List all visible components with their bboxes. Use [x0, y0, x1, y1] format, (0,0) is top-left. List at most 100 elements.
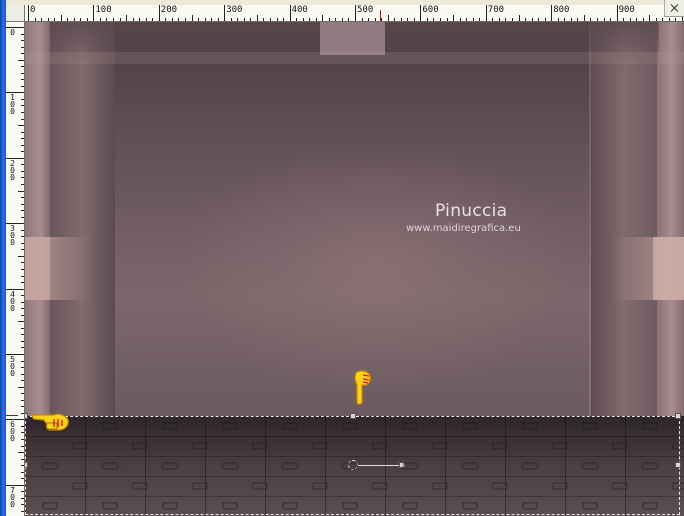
- ruler-tick: [178, 18, 180, 21]
- ruler-tick: [21, 380, 24, 382]
- ruler-tick: [374, 18, 376, 21]
- ruler-tick: [21, 340, 24, 342]
- close-icon[interactable]: [664, 0, 684, 17]
- ceiling-light-block: [320, 22, 385, 55]
- ruler-tick: [21, 197, 24, 199]
- ruler-tick: [263, 18, 265, 21]
- ruler-tick: [21, 347, 24, 349]
- ruler-tick: [237, 18, 239, 21]
- ruler-tick: [21, 432, 24, 434]
- floor-brick: [582, 422, 598, 430]
- ruler-tick: [551, 5, 553, 21]
- ruler-tick: [21, 445, 24, 447]
- ruler-tick: [387, 15, 389, 21]
- ruler-tick: [276, 18, 278, 21]
- ruler-tick: [165, 18, 167, 21]
- ruler-tick: [289, 5, 291, 21]
- floor-brick: [372, 442, 388, 450]
- ruler-tick: [407, 18, 409, 21]
- ruler-tick: [139, 18, 141, 21]
- image-canvas[interactable]: Pinuccia www.maidiregrafica.eu: [25, 22, 684, 516]
- ruler-tick: [440, 18, 442, 21]
- ruler-tick: [256, 15, 258, 21]
- ruler-tick: [21, 53, 24, 55]
- floor-brick: [342, 422, 358, 430]
- floor-brick: [312, 482, 328, 490]
- ruler-tick: [283, 18, 285, 21]
- ruler-tick: [662, 18, 664, 21]
- ruler-tick: [18, 452, 24, 454]
- floor-brick: [72, 482, 88, 490]
- ruler-label-x: 500: [357, 5, 374, 15]
- ruler-tick: [18, 255, 24, 257]
- ruler-tick: [21, 118, 24, 120]
- ruler-label-x: 400: [291, 5, 308, 15]
- ruler-tick: [21, 465, 24, 467]
- ruler-tick: [28, 5, 29, 21]
- ruler-tick: [518, 15, 520, 21]
- ruler-tick: [335, 18, 337, 21]
- ruler-tick: [21, 66, 24, 68]
- ruler-tick: [21, 334, 24, 336]
- ruler-label-x: 200: [160, 5, 178, 15]
- ruler-tick: [446, 18, 448, 21]
- floor-brick: [162, 462, 178, 470]
- ruler-tick: [21, 275, 24, 277]
- ruler-tick: [21, 151, 24, 153]
- ruler-tick: [564, 18, 566, 21]
- vertical-ruler[interactable]: 0 1 0 0 2 0 0 3 0 0 4 0 0 5 0 0 6 0 0 7 0 0: [6, 22, 25, 516]
- floor-brick: [282, 462, 298, 470]
- ruler-tick: [466, 18, 468, 21]
- ruler-tick: [610, 18, 612, 21]
- ruler-tick: [99, 18, 101, 21]
- ruler-tick: [21, 249, 24, 251]
- ruler-tick: [459, 18, 461, 21]
- ruler-tick: [381, 18, 383, 21]
- ruler-tick: [18, 321, 24, 323]
- floor-brick: [462, 462, 478, 470]
- ruler-tick: [21, 282, 24, 284]
- ruler-tick: [394, 18, 396, 21]
- ruler-tick: [21, 425, 24, 427]
- floor-brick: [222, 462, 238, 470]
- ruler-tick: [21, 183, 24, 185]
- horizontal-ruler[interactable]: 0 100 200 300 400 500 600 700 800 900: [25, 5, 684, 22]
- floor-brick: [102, 462, 118, 470]
- ruler-tick: [18, 386, 24, 388]
- floor-brick: [102, 422, 118, 430]
- ruler-tick: [21, 360, 24, 362]
- ruler-tick: [21, 510, 24, 512]
- floor-brick: [42, 462, 58, 470]
- ruler-tick: [426, 18, 428, 21]
- ruler-tick: [361, 18, 363, 21]
- ruler-tick: [21, 406, 24, 408]
- floor-brick: [642, 502, 658, 510]
- ruler-tick: [21, 210, 24, 212]
- ruler-tick: [616, 5, 618, 21]
- ruler-tick: [629, 18, 631, 21]
- ruler-tick: [420, 5, 422, 21]
- floor-brick: [672, 442, 684, 450]
- ruler-tick: [21, 491, 24, 493]
- ruler-tick: [505, 18, 507, 21]
- ruler-tick: [21, 203, 24, 205]
- ruler-tick: [21, 72, 24, 74]
- floor-brick: [72, 442, 88, 450]
- ruler-tick: [531, 18, 533, 21]
- ruler-tick: [54, 18, 56, 21]
- floor-brick: [192, 482, 208, 490]
- floor-brick: [522, 462, 538, 470]
- ruler-tick: [309, 18, 311, 21]
- ruler-tick: [21, 242, 24, 244]
- floor-brick: [282, 422, 298, 430]
- floor-brick: [432, 442, 448, 450]
- floor-brick: [522, 422, 538, 430]
- ruler-tick: [21, 367, 24, 369]
- ruler-tick: [67, 18, 69, 21]
- light-band: [25, 52, 684, 64]
- ruler-tick: [21, 393, 24, 395]
- ruler-tick: [296, 18, 298, 21]
- right-inner-pillar: [591, 22, 657, 416]
- ruler-label-y: 2 0 0: [10, 158, 15, 182]
- ruler-tick: [6, 27, 24, 28]
